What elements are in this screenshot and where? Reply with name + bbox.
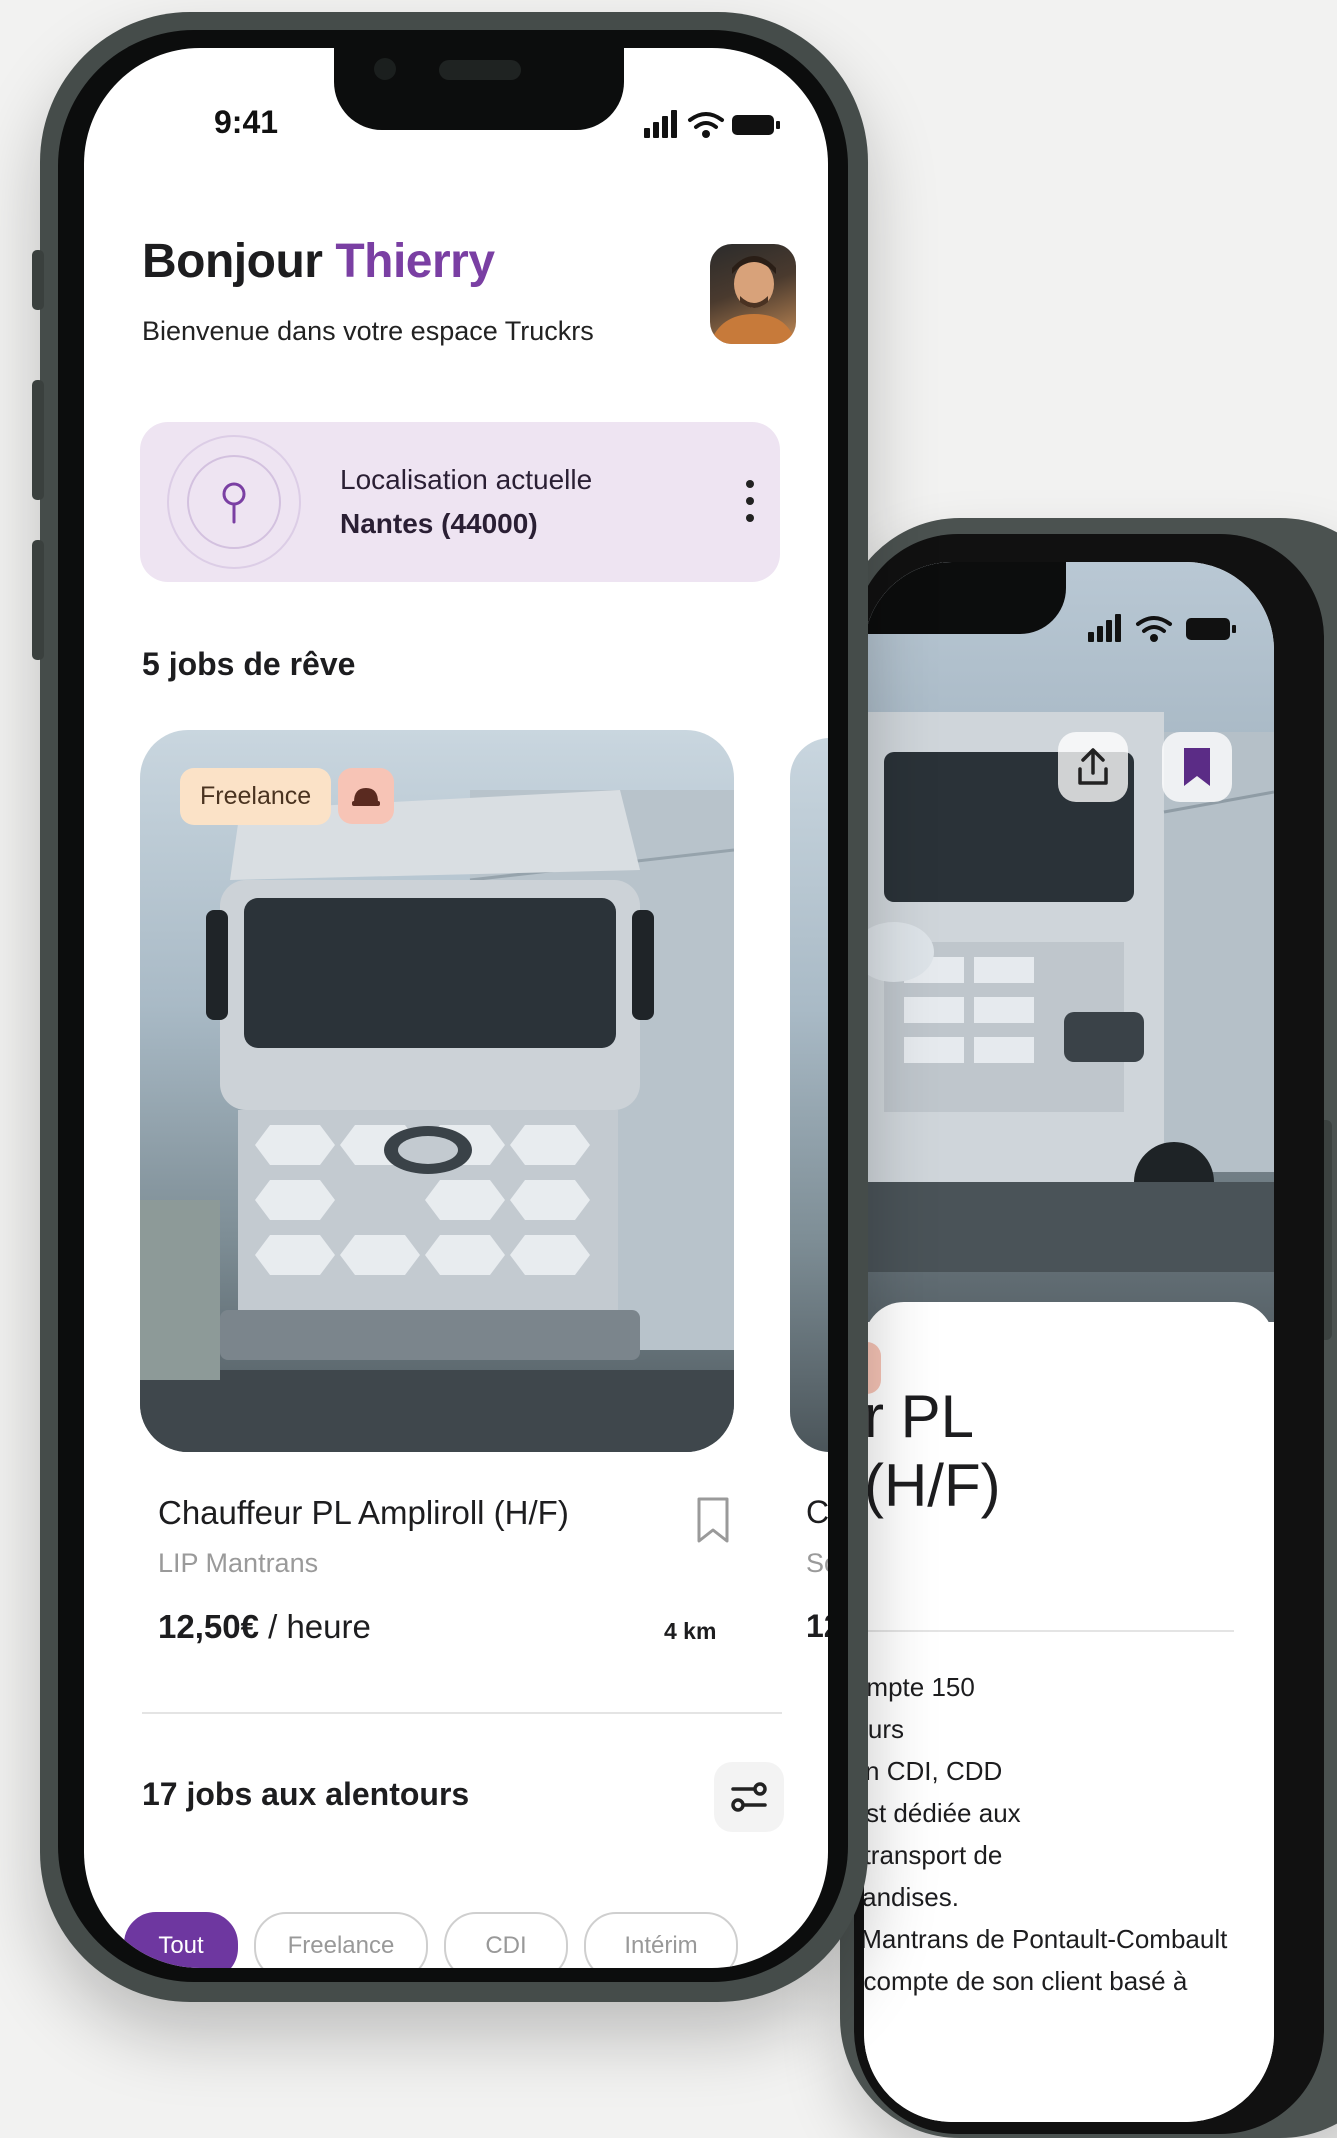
share-icon bbox=[1078, 748, 1108, 785]
divider bbox=[142, 1712, 782, 1714]
job-distance: 4 km bbox=[664, 1618, 717, 1644]
location-value: Nantes (44000) bbox=[340, 508, 538, 539]
chip-cdi[interactable]: CDI bbox=[444, 1912, 568, 1968]
truck-image bbox=[140, 790, 734, 1452]
location-card[interactable]: Localisation actuelle Nantes (44000) bbox=[140, 422, 780, 582]
avatar-photo bbox=[710, 256, 796, 344]
job-detail-hero-image bbox=[864, 562, 1274, 1322]
signal-icon bbox=[644, 110, 677, 138]
bookmark-filled-icon bbox=[1184, 748, 1210, 786]
job-company: LIP Mantrans bbox=[158, 1548, 319, 1578]
share-button[interactable] bbox=[1058, 732, 1128, 802]
next-job-company: So bbox=[806, 1548, 828, 1578]
job-salary: 12,50€ / heure bbox=[158, 1608, 371, 1645]
chip-all[interactable]: Tout bbox=[124, 1912, 238, 1968]
battery-icon bbox=[732, 115, 780, 135]
location-label: Localisation actuelle bbox=[340, 464, 593, 495]
greeting-subtitle: Bienvenue dans votre espace Truckrs bbox=[142, 316, 594, 346]
filter-button[interactable] bbox=[714, 1762, 784, 1832]
volume-down-button bbox=[32, 540, 44, 660]
greeting-title: Bonjour Thierry bbox=[142, 235, 495, 288]
helmet-icon bbox=[352, 788, 380, 806]
wifi-icon bbox=[688, 112, 724, 138]
status-icons bbox=[644, 110, 780, 138]
filter-icon bbox=[731, 1782, 767, 1812]
back-phone-notch bbox=[864, 562, 1066, 634]
speaker-grille bbox=[439, 60, 521, 80]
avatar[interactable] bbox=[710, 244, 796, 344]
back-phone-screen: tier r PL (H/F) et Recrutement compte 15… bbox=[864, 562, 1274, 2122]
bookmark-icon[interactable] bbox=[696, 1496, 730, 1544]
save-job-button[interactable] bbox=[1162, 732, 1232, 802]
chip-freelance[interactable]: Freelance bbox=[254, 1912, 428, 1968]
freelance-tag: Freelance bbox=[180, 768, 332, 825]
job-card-image-next[interactable] bbox=[790, 738, 828, 1452]
job-description: et Recrutement compte 150 cialisées par … bbox=[864, 1672, 1228, 1996]
job-card-image[interactable]: Freelance bbox=[140, 730, 734, 1452]
front-phone-screen: 9:41 Bonjour Thierry Bienvenue dans votr… bbox=[84, 48, 828, 1968]
nearby-jobs-title: 17 jobs aux alentours bbox=[142, 1776, 470, 1812]
location-pin-icon bbox=[167, 435, 301, 569]
camera-lens bbox=[374, 58, 396, 80]
back-status-icons bbox=[1088, 614, 1236, 642]
dream-jobs-title: 5 jobs de rêve bbox=[142, 646, 356, 682]
mute-switch bbox=[32, 250, 44, 310]
next-job-salary: 12, bbox=[806, 1608, 828, 1644]
next-job-title[interactable]: Ch bbox=[806, 1494, 828, 1531]
job-detail-title: r PL (H/F) bbox=[864, 1383, 1001, 1519]
chip-interim[interactable]: Intérim bbox=[584, 1912, 738, 1968]
phone-notch bbox=[334, 48, 624, 130]
helmet-tag bbox=[338, 768, 394, 824]
more-vertical-icon[interactable] bbox=[740, 476, 760, 526]
volume-up-button bbox=[32, 380, 44, 500]
job-detail-sheet: tier r PL (H/F) et Recrutement compte 15… bbox=[864, 1302, 1274, 2122]
status-time: 9:41 bbox=[214, 104, 279, 140]
job-title[interactable]: Chauffeur PL Ampliroll (H/F) bbox=[158, 1494, 569, 1532]
divider bbox=[864, 1630, 1234, 1632]
